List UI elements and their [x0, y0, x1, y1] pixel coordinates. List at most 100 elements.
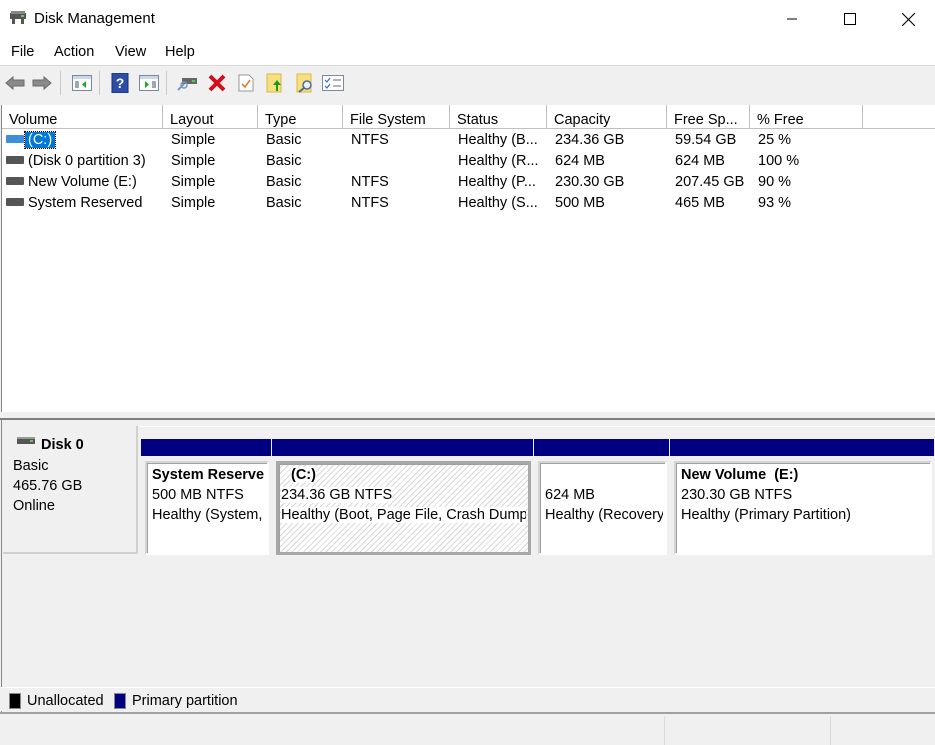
- partition-status: Healthy (System,: [152, 507, 263, 523]
- partition-c[interactable]: (C:) 234.36 GB NTFS Healthy (Boot, Page …: [272, 437, 533, 559]
- action-pane-button[interactable]: [138, 72, 160, 94]
- cell-capacity: 234.36 GB: [555, 132, 625, 148]
- menu-file[interactable]: File: [11, 44, 34, 60]
- column-header-empty: [863, 105, 935, 129]
- disk-0-label[interactable]: Disk 0 Basic 465.76 GB Online: [3, 426, 138, 554]
- partition-size: 234.36 GB NTFS: [281, 487, 393, 503]
- partition-size: 624 MB: [545, 487, 595, 503]
- menu-view[interactable]: View: [115, 44, 146, 60]
- cell-layout: Simple: [171, 174, 216, 190]
- cell-status: Healthy (B...: [458, 132, 538, 148]
- checklist-icon: [322, 75, 344, 91]
- cell-capacity: 500 MB: [555, 195, 605, 211]
- partition-size: 230.30 GB NTFS: [681, 487, 793, 503]
- table-row[interactable]: System Reserved Simple Basic NTFS Healthy (S…: [2, 193, 935, 214]
- legend-swatch-unallocated: [9, 693, 21, 709]
- cell-fs: NTFS: [351, 132, 389, 148]
- svg-text:?: ?: [116, 75, 125, 91]
- menu-help[interactable]: Help: [165, 44, 195, 60]
- status-bar: [0, 712, 935, 745]
- table-row[interactable]: (C:) Simple Basic NTFS Healthy (B... 234.36 G…: [2, 130, 935, 151]
- partition-type-bar: [534, 439, 669, 456]
- close-icon: [901, 12, 915, 26]
- column-header-free-space[interactable]: Free Sp...: [667, 105, 750, 129]
- cell-volume: (Disk 0 partition 3): [28, 153, 146, 169]
- pane-splitter[interactable]: [0, 412, 935, 420]
- cell-pct: 93 %: [758, 195, 792, 211]
- partition-title: (C:): [291, 467, 316, 483]
- legend-label-primary: Primary partition: [132, 693, 238, 709]
- table-row[interactable]: (Disk 0 partition 3) Simple Basic Healthy (…: [2, 151, 935, 172]
- disk-size: 465.76 GB: [13, 478, 83, 494]
- cell-status: Healthy (S...: [458, 195, 538, 211]
- cell-fs: NTFS: [351, 174, 389, 190]
- status-separator: [664, 716, 665, 745]
- partition-title: New Volume (E:): [681, 467, 799, 483]
- help-icon: ?: [111, 73, 129, 93]
- cell-volume: System Reserved: [28, 195, 143, 211]
- disk-connect-icon: [177, 78, 197, 91]
- volume-icon: [6, 135, 24, 143]
- column-header-layout[interactable]: Layout: [163, 105, 258, 129]
- maximize-button[interactable]: [821, 0, 879, 38]
- folder-search-icon: [296, 73, 312, 93]
- action-pane-icon: [139, 75, 159, 91]
- cell-type: Basic: [266, 174, 302, 190]
- partition-status: Healthy (Boot, Page File, Crash Dump: [281, 507, 526, 523]
- partition-status: Healthy (Recovery: [545, 507, 663, 523]
- menu-action[interactable]: Action: [54, 44, 94, 60]
- partition-recovery[interactable]: 624 MB Healthy (Recovery: [534, 437, 669, 559]
- column-header-volume[interactable]: Volume: [2, 105, 163, 129]
- disk-icon: [17, 437, 35, 444]
- forward-button[interactable]: [31, 72, 53, 94]
- minimize-button[interactable]: [763, 0, 821, 38]
- delete-button[interactable]: [206, 72, 228, 94]
- cell-capacity: 230.30 GB: [555, 174, 625, 190]
- cell-type: Basic: [266, 153, 302, 169]
- console-tree-button[interactable]: [71, 72, 93, 94]
- volume-icon: [6, 177, 24, 185]
- disk-name: Disk 0: [41, 437, 84, 453]
- partition-e[interactable]: New Volume (E:) 230.30 GB NTFS Healthy (…: [670, 437, 934, 559]
- minimize-icon: [787, 18, 797, 20]
- title-bar: Disk Management: [0, 0, 935, 38]
- cell-fs: NTFS: [351, 195, 389, 211]
- column-header-status[interactable]: Status: [450, 105, 547, 129]
- column-header-file-system[interactable]: File System: [343, 105, 450, 129]
- column-header-percent-free[interactable]: % Free: [750, 105, 863, 129]
- help-button[interactable]: ?: [109, 72, 131, 94]
- delete-icon: [208, 74, 226, 92]
- toolbar-separator: [60, 71, 61, 95]
- column-header-capacity[interactable]: Capacity: [547, 105, 667, 129]
- toolbar-separator: [99, 71, 100, 95]
- partition-type-bar: [141, 439, 271, 456]
- maximize-icon: [844, 13, 856, 25]
- partition-type-bar: [670, 439, 934, 456]
- cell-layout: Simple: [171, 195, 216, 211]
- close-button[interactable]: [879, 0, 935, 38]
- back-arrow-icon: [5, 75, 25, 91]
- explore-button[interactable]: [294, 72, 316, 94]
- toolbar-separator: [166, 71, 167, 95]
- legend-label-unallocated: Unallocated: [27, 693, 104, 709]
- connect-virtual-disk-button[interactable]: [176, 72, 198, 94]
- table-row[interactable]: New Volume (E:) Simple Basic NTFS Healthy (P…: [2, 172, 935, 193]
- folder-up-icon: [266, 73, 282, 93]
- cell-type: Basic: [266, 195, 302, 211]
- settings-button[interactable]: [322, 72, 344, 94]
- console-tree-icon: [72, 75, 92, 91]
- cell-free: 624 MB: [675, 153, 725, 169]
- menu-bar: File Action View Help: [0, 38, 935, 66]
- export-list-button[interactable]: [264, 72, 286, 94]
- properties-button[interactable]: [235, 72, 257, 94]
- partition-system-reserved[interactable]: System Reserve 500 MB NTFS Healthy (Syst…: [141, 437, 271, 559]
- column-header-type[interactable]: Type: [258, 105, 343, 129]
- disk-management-icon: [10, 11, 26, 24]
- disk-type: Basic: [13, 458, 49, 474]
- cell-pct: 25 %: [758, 132, 792, 148]
- legend: Unallocated Primary partition: [1, 687, 935, 711]
- volume-icon: [6, 198, 24, 206]
- partition-type-bar: [272, 439, 533, 456]
- cell-type: Basic: [266, 132, 302, 148]
- back-button[interactable]: [4, 72, 26, 94]
